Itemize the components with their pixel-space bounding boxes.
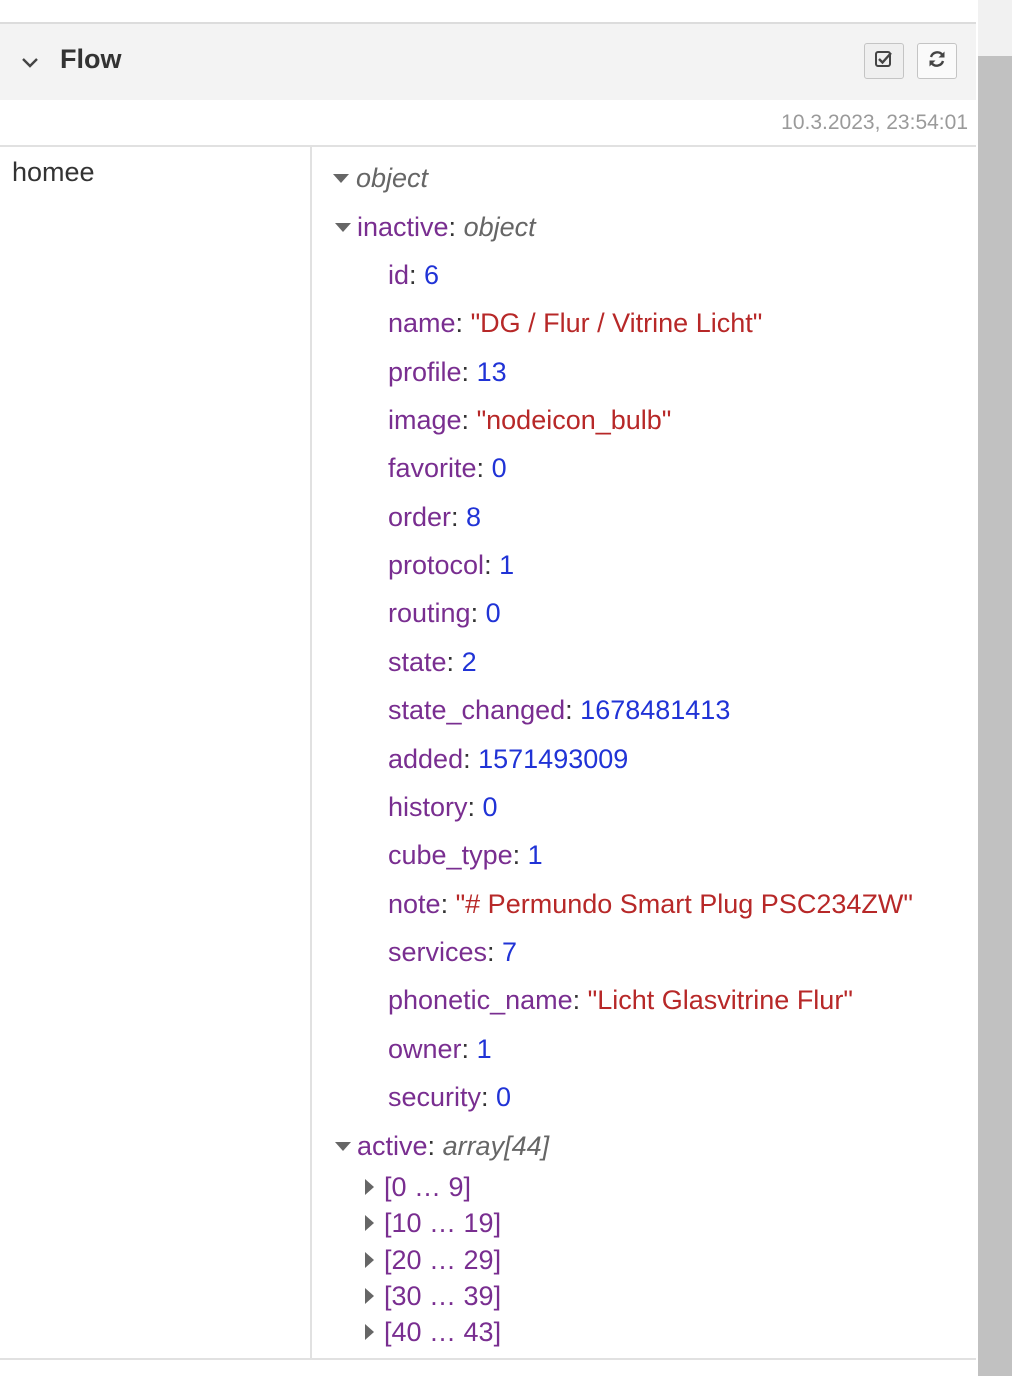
property-row: routing: 0	[388, 597, 501, 629]
tree-node-inactive[interactable]: inactive: object	[357, 211, 536, 243]
property-key: added	[388, 743, 464, 774]
property-value: 0	[482, 791, 498, 822]
property-key: owner	[388, 1033, 462, 1064]
property-key: profile	[388, 356, 462, 387]
expand-triangle-icon[interactable]	[365, 1179, 374, 1195]
property-row: id: 6	[388, 259, 439, 291]
property-row: services: 7	[388, 936, 517, 968]
colon: :	[448, 212, 464, 242]
property-row: order: 8	[388, 501, 481, 533]
property-value: 6	[424, 260, 440, 290]
property-value: "DG / Flur / Vitrine Licht"	[470, 308, 763, 339]
property-value: 2	[461, 646, 477, 677]
property-value: 1	[476, 1033, 492, 1064]
array-range-row[interactable]: [10 … 19]	[384, 1207, 501, 1239]
property-key: inactive	[357, 212, 449, 242]
property-key: routing	[388, 598, 471, 629]
colon: :	[512, 840, 528, 871]
array-range-row[interactable]: [20 … 29]	[384, 1244, 501, 1276]
property-value: 0	[485, 598, 501, 629]
property-row: added: 1571493009	[388, 743, 628, 775]
property-key: history	[388, 791, 468, 822]
scrollbar-thumb[interactable]	[978, 56, 1012, 1376]
property-key: order	[388, 501, 452, 532]
colon: :	[461, 405, 477, 436]
tree-node-active[interactable]: active: array[44]	[357, 1130, 549, 1162]
expand-triangle-icon[interactable]	[333, 174, 349, 183]
array-range-row[interactable]: [0 … 9]	[384, 1171, 471, 1203]
colon: :	[476, 453, 492, 484]
colon: :	[451, 501, 467, 532]
property-key: services	[388, 936, 488, 967]
property-key: state	[388, 646, 447, 677]
property-row: profile: 13	[388, 356, 507, 388]
property-row: phonetic_name: "Licht Glasvitrine Flur"	[388, 984, 853, 1016]
array-range-row[interactable]: [40 … 43]	[384, 1316, 501, 1348]
property-row: history: 0	[388, 791, 498, 823]
colon: :	[427, 1131, 443, 1161]
property-row: protocol: 1	[388, 549, 514, 581]
property-value: "Licht Glasvitrine Flur"	[587, 985, 853, 1016]
property-row: image: "nodeicon_bulb"	[388, 404, 671, 436]
property-row: state: 2	[388, 646, 477, 678]
property-key: phonetic_name	[388, 985, 573, 1016]
property-key: favorite	[388, 453, 477, 484]
property-row: cube_type: 1	[388, 839, 543, 871]
property-row: state_changed: 1678481413	[388, 694, 730, 726]
colon: :	[463, 743, 479, 774]
colon: :	[572, 985, 588, 1016]
colon: :	[461, 1033, 477, 1064]
property-row: favorite: 0	[388, 452, 507, 484]
property-value: 0	[491, 453, 507, 484]
expand-triangle-icon[interactable]	[335, 1142, 351, 1151]
property-key: protocol	[388, 550, 485, 581]
property-value: 1571493009	[478, 743, 629, 774]
property-value: 7	[502, 936, 518, 967]
property-value: 0	[496, 1081, 512, 1112]
property-key: security	[388, 1081, 482, 1112]
property-value: "nodeicon_bulb"	[476, 405, 672, 436]
property-value: 8	[466, 501, 482, 532]
property-key: id	[388, 260, 410, 290]
property-key: cube_type	[388, 840, 513, 871]
colon: :	[440, 888, 456, 919]
type-label: array[44]	[442, 1131, 550, 1161]
type-label: object	[356, 163, 429, 193]
property-value: "# Permundo Smart Plug PSC234ZW"	[455, 888, 913, 919]
colon: :	[470, 598, 486, 629]
property-key: name	[388, 308, 456, 339]
colon: :	[455, 308, 471, 339]
property-value: 1678481413	[580, 695, 731, 726]
expand-triangle-icon[interactable]	[365, 1287, 374, 1304]
property-value: 1	[499, 550, 515, 581]
colon: :	[409, 260, 425, 290]
expand-triangle-icon[interactable]	[335, 223, 351, 232]
colon: :	[446, 646, 462, 677]
property-key: image	[388, 405, 462, 436]
colon: :	[461, 356, 477, 387]
colon: :	[487, 936, 503, 967]
colon: :	[467, 791, 483, 822]
expand-triangle-icon[interactable]	[365, 1215, 374, 1232]
colon: :	[484, 550, 500, 581]
property-value: 13	[476, 356, 507, 387]
colon: :	[481, 1081, 497, 1112]
array-range-row[interactable]: [30 … 39]	[384, 1280, 501, 1312]
tree-root[interactable]: object	[356, 162, 428, 194]
expand-triangle-icon[interactable]	[365, 1251, 374, 1268]
property-row: name: "DG / Flur / Vitrine Licht"	[388, 307, 762, 339]
property-row: owner: 1	[388, 1033, 492, 1065]
debug-object-tree: object inactive: object id: 6 name: "DG / F…	[0, 0, 976, 1376]
property-row: note: "# Permundo Smart Plug PSC234ZW"	[388, 888, 913, 920]
property-row: security: 0	[388, 1081, 511, 1113]
colon: :	[565, 695, 581, 726]
property-key: note	[388, 888, 441, 919]
type-label: object	[463, 212, 536, 242]
expand-triangle-icon[interactable]	[365, 1324, 374, 1341]
property-value: 1	[527, 840, 543, 871]
property-key: active	[357, 1131, 428, 1161]
property-key: state_changed	[388, 695, 566, 726]
